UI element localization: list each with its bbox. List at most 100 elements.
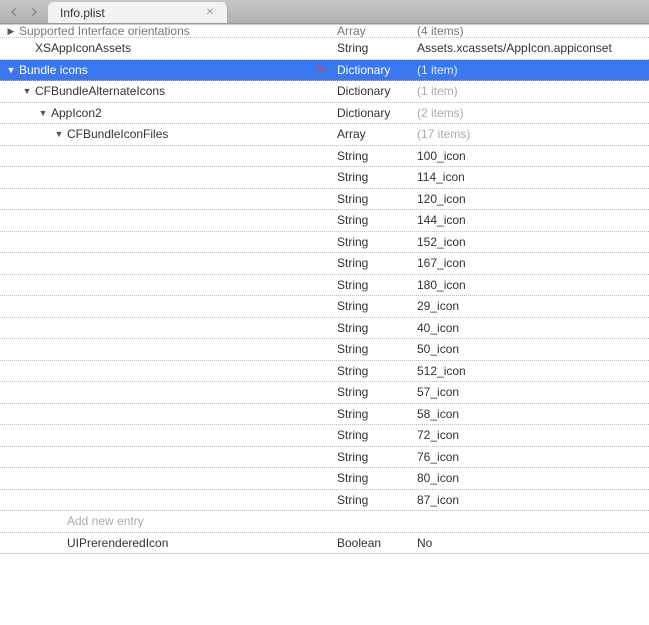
disclosure-triangle-icon — [54, 516, 64, 526]
plist-row[interactable]: String29_icon — [0, 296, 649, 318]
plist-value[interactable]: 58_icon — [413, 407, 649, 421]
disclosure-triangle-icon — [70, 387, 80, 397]
plist-row[interactable]: String40_icon — [0, 318, 649, 340]
disclosure-triangle-icon — [70, 258, 80, 268]
plist-value[interactable]: 167_icon — [413, 256, 649, 270]
plist-value[interactable]: 114_icon — [413, 170, 649, 184]
plist-type[interactable]: Array — [333, 127, 413, 141]
plist-type[interactable]: String — [333, 41, 413, 55]
plist-value[interactable]: (17 items) — [413, 127, 649, 141]
plist-key-text: Add new entry — [67, 514, 144, 528]
plist-value[interactable]: 180_icon — [413, 278, 649, 292]
delete-row-icon[interactable]: ⊖ — [313, 63, 327, 77]
plist-key-text: UIPrerenderedIcon — [67, 536, 168, 550]
plist-value[interactable]: (1 item) — [413, 63, 649, 77]
plist-key — [0, 258, 333, 268]
plist-row[interactable]: String87_icon — [0, 490, 649, 512]
plist-value[interactable]: 144_icon — [413, 213, 649, 227]
plist-type[interactable]: String — [333, 321, 413, 335]
plist-type[interactable]: Dictionary — [333, 84, 413, 98]
plist-row[interactable]: ▼CFBundleIconFilesArray(17 items) — [0, 124, 649, 146]
plist-type[interactable]: String — [333, 428, 413, 442]
plist-row[interactable]: String100_icon — [0, 146, 649, 168]
nav-forward-button[interactable] — [24, 2, 44, 22]
plist-value[interactable]: 57_icon — [413, 385, 649, 399]
plist-type[interactable]: String — [333, 235, 413, 249]
plist-type[interactable]: String — [333, 364, 413, 378]
tab-title: Info.plist — [60, 6, 105, 20]
plist-key — [0, 473, 333, 483]
disclosure-triangle-icon — [22, 43, 32, 53]
disclosure-triangle-icon[interactable]: ▼ — [6, 65, 16, 75]
plist-type[interactable]: String — [333, 299, 413, 313]
plist-row[interactable]: String180_icon — [0, 275, 649, 297]
plist-value[interactable]: 152_icon — [413, 235, 649, 249]
plist-value[interactable]: Assets.xcassets/AppIcon.appiconset — [413, 41, 649, 55]
plist-type[interactable]: String — [333, 149, 413, 163]
plist-row[interactable]: ▼CFBundleAlternateIconsDictionary(1 item… — [0, 81, 649, 103]
plist-type[interactable]: Boolean — [333, 536, 413, 550]
plist-row[interactable]: UIPrerenderedIcon BooleanNo — [0, 533, 649, 555]
plist-key: XSAppIconAssets — [0, 41, 333, 55]
plist-key — [0, 301, 333, 311]
plist-row[interactable]: String167_icon — [0, 253, 649, 275]
plist-row[interactable]: String72_icon — [0, 425, 649, 447]
plist-row[interactable]: Add new entry — [0, 511, 649, 533]
plist-value[interactable]: (2 items) — [413, 106, 649, 120]
plist-row-cutoff[interactable]: ▶ Supported Interface orientations Array… — [0, 24, 649, 38]
plist-key-text: Supported Interface orientations — [19, 24, 190, 38]
plist-value[interactable]: 120_icon — [413, 192, 649, 206]
plist-key: ▼CFBundleAlternateIcons — [0, 84, 333, 98]
plist-type[interactable]: String — [333, 385, 413, 399]
plist-row[interactable]: String58_icon — [0, 404, 649, 426]
plist-type[interactable]: Dictionary — [333, 63, 413, 77]
plist-row[interactable]: XSAppIconAssetsStringAssets.xcassets/App… — [0, 38, 649, 60]
plist-row[interactable]: ▼Bundle icons ⊖ Dictionary(1 item) — [0, 60, 649, 82]
plist-value[interactable]: 87_icon — [413, 493, 649, 507]
plist-type[interactable]: String — [333, 213, 413, 227]
plist-type[interactable]: Dictionary — [333, 106, 413, 120]
plist-value[interactable]: 50_icon — [413, 342, 649, 356]
plist-value[interactable]: (1 item) — [413, 84, 649, 98]
plist-row[interactable]: String50_icon — [0, 339, 649, 361]
tab-info-plist[interactable]: Info.plist ✕ — [48, 2, 228, 23]
plist-value[interactable]: 80_icon — [413, 471, 649, 485]
plist-type[interactable]: String — [333, 278, 413, 292]
disclosure-triangle-icon — [70, 280, 80, 290]
plist-value[interactable]: 72_icon — [413, 428, 649, 442]
plist-row[interactable]: String114_icon — [0, 167, 649, 189]
plist-value[interactable]: 40_icon — [413, 321, 649, 335]
plist-row[interactable]: String144_icon — [0, 210, 649, 232]
nav-back-button[interactable] — [4, 2, 24, 22]
plist-value[interactable]: 100_icon — [413, 149, 649, 163]
disclosure-triangle-icon[interactable]: ▼ — [54, 129, 64, 139]
plist-type[interactable]: String — [333, 192, 413, 206]
plist-table: XSAppIconAssetsStringAssets.xcassets/App… — [0, 38, 649, 554]
plist-row[interactable]: String512_icon — [0, 361, 649, 383]
disclosure-triangle-icon[interactable]: ▶ — [6, 26, 16, 36]
plist-row[interactable]: String152_icon — [0, 232, 649, 254]
plist-key — [0, 323, 333, 333]
plist-type[interactable]: String — [333, 493, 413, 507]
plist-value[interactable]: 512_icon — [413, 364, 649, 378]
plist-row[interactable]: String76_icon — [0, 447, 649, 469]
plist-type[interactable]: String — [333, 342, 413, 356]
plist-type[interactable]: String — [333, 407, 413, 421]
close-icon[interactable]: ✕ — [203, 6, 217, 20]
plist-type[interactable]: String — [333, 471, 413, 485]
plist-row[interactable]: ▼AppIcon2Dictionary(2 items) — [0, 103, 649, 125]
tab-bar: Info.plist ✕ — [0, 0, 649, 24]
plist-row[interactable]: String120_icon — [0, 189, 649, 211]
plist-value[interactable]: No — [413, 536, 649, 550]
disclosure-triangle-icon — [70, 194, 80, 204]
plist-value[interactable]: 29_icon — [413, 299, 649, 313]
plist-value[interactable]: 76_icon — [413, 450, 649, 464]
plist-type[interactable]: String — [333, 450, 413, 464]
plist-type[interactable]: String — [333, 170, 413, 184]
plist-row[interactable]: String57_icon — [0, 382, 649, 404]
plist-type[interactable]: String — [333, 256, 413, 270]
disclosure-triangle-icon[interactable]: ▼ — [22, 86, 32, 96]
disclosure-triangle-icon[interactable]: ▼ — [38, 108, 48, 118]
plist-row[interactable]: String80_icon — [0, 468, 649, 490]
plist-key-text: Bundle icons — [19, 63, 88, 77]
